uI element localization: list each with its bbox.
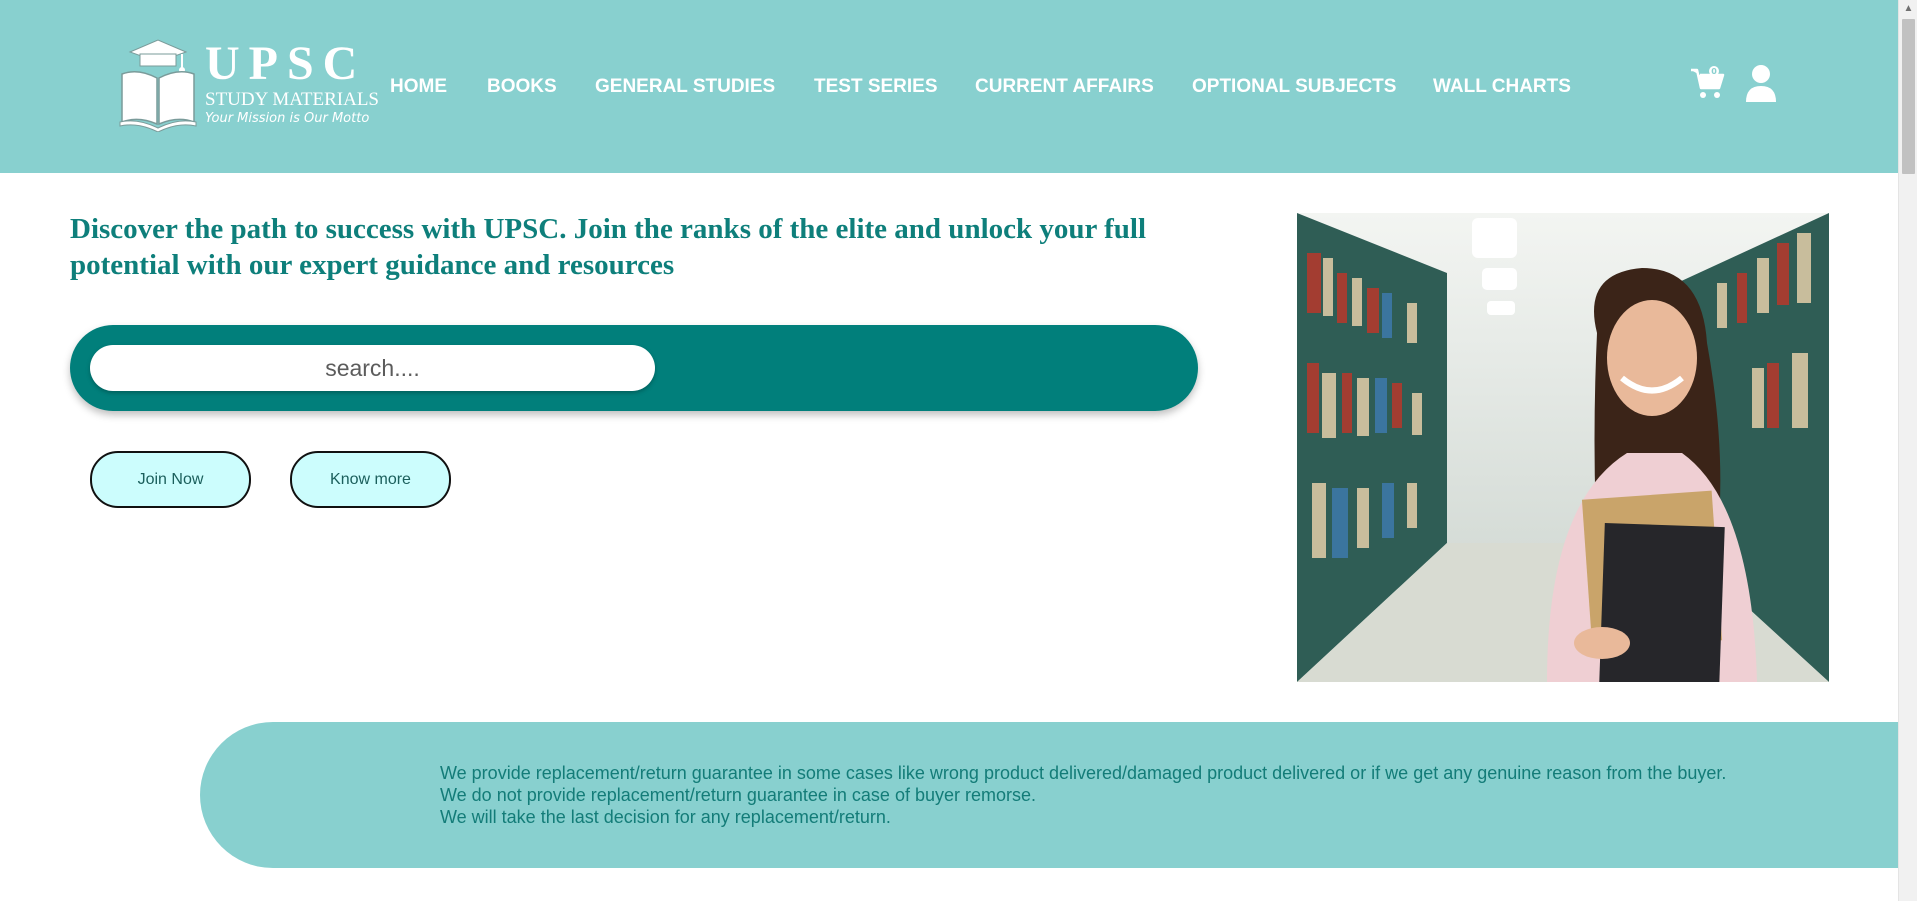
- page-scrollbar[interactable]: ▲: [1898, 0, 1917, 901]
- book-graduation-cap-icon: [119, 39, 197, 132]
- svg-text:0: 0: [1711, 67, 1717, 76]
- nav-item-general-studies[interactable]: GENERAL STUDIES: [595, 76, 775, 98]
- search-input[interactable]: [90, 345, 655, 391]
- scroll-thumb[interactable]: [1902, 19, 1915, 174]
- brand-subtitle: STUDY MATERIALS: [205, 89, 379, 110]
- nav-item-current-affairs[interactable]: CURRENT AFFAIRS: [975, 76, 1154, 98]
- nav-item-home[interactable]: HOME: [390, 76, 447, 98]
- notice-text: We provide replacement/return guarantee …: [440, 762, 1726, 828]
- hero-heading: Discover the path to success with UPSC. …: [70, 213, 1147, 281]
- join-now-button[interactable]: Join Now: [90, 451, 251, 508]
- brand-title: UPSC: [205, 37, 367, 90]
- nav-item-optional-subjects[interactable]: OPTIONAL SUBJECTS: [1192, 76, 1396, 98]
- know-more-button[interactable]: Know more: [290, 451, 451, 508]
- notice-line: We provide replacement/return guarantee …: [440, 763, 1727, 783]
- site-header: UPSC STUDY MATERIALS Your Mission is Our…: [0, 0, 1898, 173]
- nav-item-books[interactable]: BOOKS: [487, 76, 557, 98]
- nav-item-wall-charts[interactable]: WALL CHARTS: [1433, 76, 1571, 98]
- cart-icon[interactable]: 0: [1690, 66, 1726, 100]
- scroll-up-arrow-icon[interactable]: ▲: [1899, 0, 1917, 17]
- search-bar: [70, 325, 1198, 411]
- notice-line: We do not provide replacement/return gua…: [440, 785, 1036, 805]
- nav-item-test-series[interactable]: TEST SERIES: [814, 76, 938, 98]
- student-library-photo: [1297, 213, 1829, 682]
- user-icon[interactable]: [1745, 64, 1777, 102]
- return-policy-notice: We provide replacement/return guarantee …: [200, 722, 1898, 868]
- brand-logo[interactable]: UPSC STUDY MATERIALS Your Mission is Our…: [118, 37, 379, 132]
- brand-tagline: Your Mission is Our Motto: [205, 111, 370, 126]
- notice-line: We will take the last decision for any r…: [440, 807, 891, 827]
